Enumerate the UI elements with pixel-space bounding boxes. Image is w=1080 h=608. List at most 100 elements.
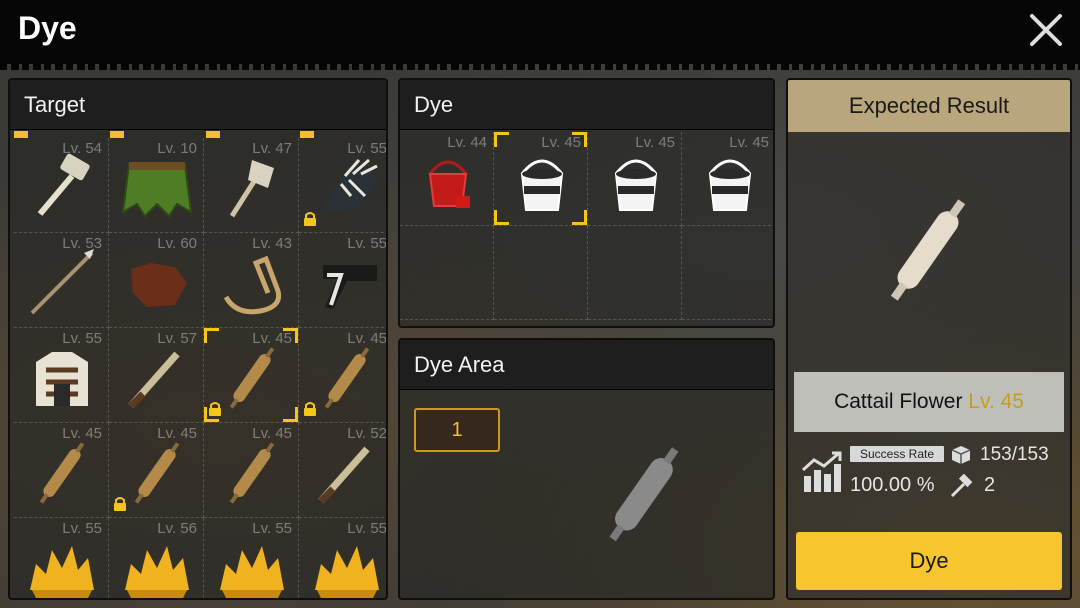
result-item-name: Cattail Flower Lv. 45 [794, 372, 1064, 432]
item-slot[interactable]: Lv. 57 [109, 328, 204, 423]
item-slot[interactable]: Lv. 45 [109, 423, 204, 518]
cattail-flower-icon [134, 442, 180, 504]
selection-corner [204, 328, 219, 343]
item-slot[interactable]: Lv. 55 [14, 518, 109, 598]
item-slot[interactable]: Lv. 47 [204, 138, 299, 233]
bandana-icon [323, 265, 377, 309]
empty-slot[interactable] [400, 226, 494, 320]
white-dye-bucket-icon [614, 159, 658, 211]
item-level: Lv. 47 [252, 140, 292, 157]
item-slot[interactable]: Lv. 56 [109, 518, 204, 598]
target-header: Target [10, 80, 386, 130]
dye-area-slot[interactable]: 1 [414, 408, 500, 452]
item-level: Lv. 45 [62, 425, 102, 442]
hay-bundle-icon [315, 546, 379, 598]
hammer-icon [37, 153, 90, 216]
item-slot[interactable]: Lv. 55 [204, 518, 299, 598]
item-slot[interactable]: Lv. 52 [299, 423, 386, 518]
hay-bundle-icon [220, 546, 284, 598]
window-title: Dye [18, 10, 77, 46]
item-slot[interactable]: Lv. 45 [204, 328, 299, 423]
selection-corner [283, 328, 298, 343]
item-slot[interactable]: Lv. 54 [14, 138, 109, 233]
selection-corner [494, 210, 509, 225]
hay-bundle-icon [125, 546, 189, 598]
success-rate-value: 100.00 % [850, 474, 935, 496]
item-level: Lv. 55 [347, 140, 387, 157]
result-header: Expected Result [788, 80, 1070, 132]
cattail-flower-icon [324, 347, 370, 409]
item-level: Lv. 55 [347, 520, 387, 537]
leaf-skirt-icon [121, 162, 193, 218]
item-slot[interactable]: Lv. 55 [299, 518, 387, 598]
blade-icon [318, 446, 370, 504]
item-level: Lv. 45 [635, 134, 675, 151]
tab-marker [14, 131, 28, 138]
item-level: Lv. 56 [157, 520, 197, 537]
empty-slot[interactable] [588, 226, 682, 320]
tool-count-value: 2 [984, 474, 996, 496]
item-slot[interactable]: Lv. 53 [14, 233, 109, 328]
lock-icon [304, 402, 316, 416]
item-slot[interactable]: Lv. 43 [204, 233, 299, 328]
item-slot[interactable]: Lv. 55 [14, 328, 109, 423]
item-slot[interactable]: Lv. 55 [299, 233, 387, 328]
item-slot[interactable]: Lv. 45 [494, 132, 588, 226]
item-level: Lv. 44 [447, 134, 487, 151]
item-slot[interactable]: Lv. 10 [109, 138, 204, 233]
lock-icon [304, 212, 316, 226]
cattail-flower-icon [39, 442, 85, 504]
item-level: Lv. 55 [252, 520, 292, 537]
axe-icon [229, 160, 274, 218]
stock-value: 153/153 [980, 444, 1049, 465]
empty-slot[interactable] [682, 226, 773, 320]
tab-marker [110, 131, 124, 138]
item-slot[interactable]: Lv. 55 [299, 138, 387, 233]
item-slot[interactable]: Lv. 45 [14, 423, 109, 518]
item-level: Lv. 55 [62, 520, 102, 537]
lock-icon [114, 497, 126, 511]
leather-hide-icon [131, 263, 187, 307]
tab-marker [300, 131, 314, 138]
blade-icon [128, 351, 180, 409]
dye-grid: Lv. 44 Lv. 45 Lv. 45 Lv. 45 [400, 132, 773, 320]
dye-button[interactable]: Dye [796, 532, 1062, 590]
item-slot[interactable]: Lv. 44 [400, 132, 494, 226]
cattail-flower-icon [229, 347, 275, 409]
item-level: Lv. 55 [347, 235, 387, 252]
item-slot[interactable]: Lv. 45 [299, 328, 386, 423]
spear-icon [30, 249, 94, 315]
selection-corner [204, 407, 219, 422]
hay-bundle-icon [30, 546, 94, 598]
item-slot[interactable]: Lv. 45 [204, 423, 299, 518]
item-level: Lv. 57 [157, 330, 197, 347]
skeletal-glove-icon [323, 158, 378, 210]
rope-icon [223, 255, 282, 315]
success-rate-label: Success Rate [850, 446, 945, 462]
cattail-flower-result-icon [890, 199, 966, 301]
empty-slot[interactable] [494, 226, 588, 320]
item-level: Lv. 10 [157, 140, 197, 157]
result-panel: Expected Result Cattail Flower Lv. 45 Su… [786, 78, 1072, 600]
item-slot[interactable]: Lv. 45 [682, 132, 773, 226]
white-dye-bucket-icon [520, 159, 564, 211]
item-slot[interactable]: Lv. 45 [588, 132, 682, 226]
item-slot[interactable]: Lv. 60 [109, 233, 204, 328]
item-level: Lv. 45 [729, 134, 769, 151]
target-grid: Lv. 54 Lv. 10 Lv. 47 Lv. 55 Lv. 53 Lv. 60 Lv. … [14, 138, 387, 598]
item-level: Lv. 55 [62, 330, 102, 347]
dye-area-panel: Dye Area 1 [398, 338, 775, 600]
item-level: Lv. 53 [62, 235, 102, 252]
selection-corner [494, 132, 509, 147]
dye-area-header: Dye Area [400, 340, 773, 390]
hammer-icon [950, 474, 973, 498]
target-panel: Target Lv. 54 Lv. 10 Lv. 47 Lv. 55 Lv. 53 Lv.… [8, 78, 388, 600]
selection-corner [572, 210, 587, 225]
close-icon[interactable] [1028, 12, 1064, 48]
red-dye-bucket-icon [428, 160, 470, 208]
box-icon [951, 446, 971, 464]
result-level-text: Lv. 45 [968, 390, 1024, 413]
item-level: Lv. 45 [252, 425, 292, 442]
result-name-text: Cattail Flower [834, 390, 963, 413]
cattail-flower-preview-icon [609, 447, 679, 542]
